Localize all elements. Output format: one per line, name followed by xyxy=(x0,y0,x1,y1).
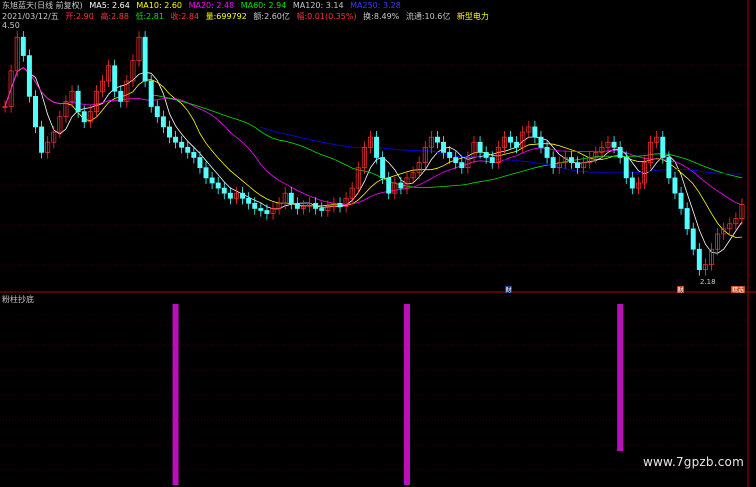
moving-average-lines xyxy=(4,67,743,254)
candle-body-51 xyxy=(313,203,319,209)
badge-1: 财 xyxy=(506,286,512,294)
candle-body-43 xyxy=(264,210,270,214)
candlestick-series xyxy=(2,31,745,276)
candle-body-83 xyxy=(508,136,514,143)
indicator-bars xyxy=(172,304,624,485)
candle-body-30 xyxy=(185,146,191,153)
candle-body-32 xyxy=(197,157,203,169)
candle-body-3 xyxy=(20,36,26,56)
ma-line-40 xyxy=(151,94,743,188)
candle-body-114 xyxy=(696,248,702,270)
candle-body-78 xyxy=(477,141,483,153)
candle-body-31 xyxy=(191,152,197,158)
candle-body-90 xyxy=(550,157,556,169)
candle-body-6 xyxy=(39,126,45,153)
candle-body-39 xyxy=(240,192,246,199)
candle-body-23 xyxy=(142,36,148,82)
candle-body-73 xyxy=(447,152,453,158)
ma-line-10 xyxy=(4,67,743,238)
candle-body-42 xyxy=(258,208,264,211)
candle-body-111 xyxy=(678,192,684,209)
candle-body-112 xyxy=(684,208,690,230)
candle-body-100 xyxy=(611,141,617,148)
candle-body-84 xyxy=(514,141,520,148)
candle-body-52 xyxy=(319,208,325,211)
candle-body-94 xyxy=(575,162,581,169)
candle-body-75 xyxy=(459,162,465,169)
candle-body-108 xyxy=(660,136,666,158)
candle-body-113 xyxy=(690,228,696,250)
candle-body-28 xyxy=(173,136,179,143)
candle-body-25 xyxy=(154,106,160,118)
pink-bar-1 xyxy=(403,304,410,485)
candle-body-110 xyxy=(672,177,678,194)
candle-body-40 xyxy=(246,197,252,204)
low-price-label: 2.18 xyxy=(700,278,716,286)
candle-body-74 xyxy=(453,157,459,163)
badge-3: 精选 xyxy=(732,286,744,294)
candle-body-87 xyxy=(532,126,538,138)
candle-body-47 xyxy=(288,192,294,204)
ma-line-5 xyxy=(4,67,743,254)
candle-body-36 xyxy=(221,187,227,194)
candle-body-65 xyxy=(398,182,404,189)
candle-body-29 xyxy=(179,141,185,148)
candle-body-48 xyxy=(294,203,300,209)
candle-body-79 xyxy=(483,152,489,158)
candle-body-72 xyxy=(441,141,447,153)
candle-body-61 xyxy=(374,136,380,158)
kline-chart: 2.18 财 财 精选 xyxy=(0,0,756,487)
candle-body-93 xyxy=(568,157,574,163)
candle-body-88 xyxy=(538,136,544,148)
candle-body-62 xyxy=(380,157,386,179)
candle-body-103 xyxy=(629,177,635,189)
candle-body-35 xyxy=(215,182,221,189)
badge-2: 财 xyxy=(678,286,684,294)
candle-body-80 xyxy=(489,157,495,163)
candle-body-55 xyxy=(337,203,343,207)
candle-body-102 xyxy=(623,157,629,179)
candle-body-13 xyxy=(81,111,87,123)
candle-body-24 xyxy=(148,80,154,107)
candle-body-19 xyxy=(118,90,124,102)
pink-bar-0 xyxy=(172,304,179,485)
candle-body-4 xyxy=(26,55,32,97)
candle-body-26 xyxy=(160,116,166,128)
candle-body-34 xyxy=(209,177,215,184)
candle-body-37 xyxy=(227,192,233,199)
candle-body-41 xyxy=(252,203,258,209)
candle-body-63 xyxy=(386,177,392,194)
pink-bar-2 xyxy=(617,304,624,452)
candle-body-33 xyxy=(203,167,209,179)
candle-body-101 xyxy=(617,146,623,158)
candle-body-12 xyxy=(75,90,81,112)
candle-body-18 xyxy=(112,65,118,92)
candle-body-5 xyxy=(33,95,38,128)
candle-body-27 xyxy=(166,126,172,138)
candle-body-89 xyxy=(544,146,550,158)
candle-body-109 xyxy=(666,157,672,179)
candle-body-71 xyxy=(434,136,440,143)
